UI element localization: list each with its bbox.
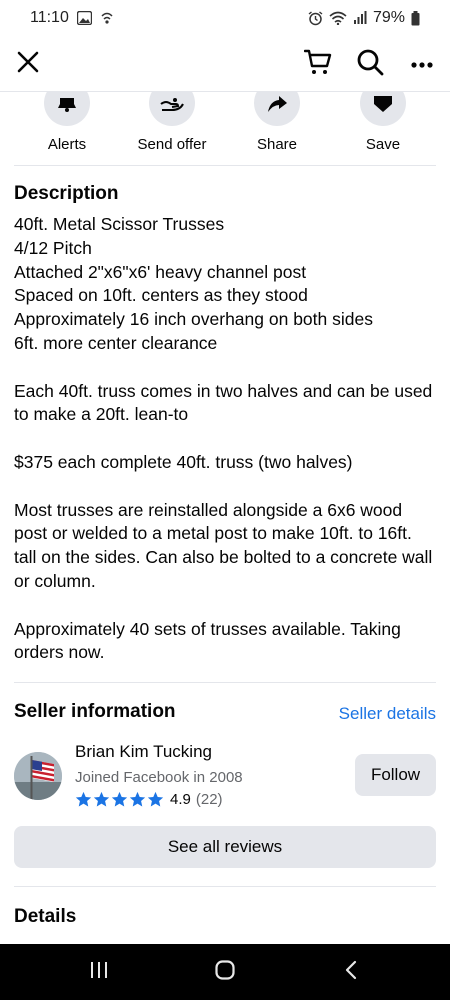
star-icon <box>75 791 92 807</box>
top-bar <box>0 36 450 92</box>
signal-icon <box>353 11 367 25</box>
divider <box>14 165 436 166</box>
seller-joined-date: Joined Facebook in 2008 <box>75 769 243 786</box>
seller-avatar[interactable] <box>14 752 62 800</box>
wifi-calling-icon <box>100 11 114 25</box>
close-button[interactable] <box>8 44 48 84</box>
send-offer-label: Send offer <box>137 136 207 153</box>
seller-information-heading: Seller information <box>14 701 176 722</box>
seller-card: Brian Kim Tucking Joined Facebook in 200… <box>14 742 436 814</box>
home-icon <box>215 959 235 985</box>
description-paragraph: Approximately 40 sets of trusses availab… <box>14 618 401 663</box>
follow-button[interactable]: Follow <box>355 754 436 796</box>
description-paragraph: Most trusses are reinstalled alongside a… <box>14 499 433 591</box>
cart-button[interactable] <box>298 44 338 84</box>
close-icon <box>17 51 39 78</box>
seller-name[interactable]: Brian Kim Tucking <box>75 742 212 762</box>
home-button[interactable] <box>205 958 245 986</box>
back-button[interactable] <box>331 958 371 986</box>
details-heading: Details <box>14 906 77 927</box>
star-icon <box>129 791 146 807</box>
send-offer-icon <box>160 98 184 117</box>
rating-score: 4.9 <box>170 791 191 808</box>
alerts-label: Alerts <box>47 136 87 153</box>
back-icon <box>344 960 358 985</box>
star-icon <box>93 791 110 807</box>
description-body: 40ft. Metal Scissor Trusses 4/12 Pitch A… <box>14 213 434 665</box>
status-time: 11:10 <box>30 9 69 26</box>
more-options-button[interactable] <box>402 44 442 84</box>
cart-icon <box>303 49 332 80</box>
wifi-icon <box>329 11 347 25</box>
battery-icon <box>411 10 420 26</box>
gallery-icon <box>76 11 92 25</box>
save-label: Save <box>365 136 401 153</box>
divider <box>14 886 436 887</box>
recent-apps-button[interactable] <box>79 958 119 986</box>
star-icon <box>111 791 128 807</box>
description-paragraph: $375 each complete 40ft. truss (two halv… <box>14 451 353 472</box>
description-paragraph: Each 40ft. truss comes in two halves and… <box>14 380 433 425</box>
search-button[interactable] <box>350 44 390 84</box>
alarm-icon <box>308 10 323 26</box>
recent-apps-icon <box>89 961 109 984</box>
system-navigation-bar <box>0 944 450 1000</box>
share-label: Share <box>256 136 298 153</box>
seller-details-link[interactable]: Seller details <box>339 704 436 724</box>
seller-rating: 4.9 (22) <box>75 791 223 808</box>
description-heading: Description <box>14 183 119 204</box>
description-paragraph: 40ft. Metal Scissor Trusses 4/12 Pitch A… <box>14 214 373 353</box>
search-icon <box>356 48 384 81</box>
star-icon <box>147 791 164 807</box>
battery-level: 79% <box>372 9 405 26</box>
bookmark-icon <box>373 96 393 117</box>
status-bar: 11:10 79% <box>0 0 450 36</box>
share-icon <box>266 96 288 117</box>
see-all-reviews-button[interactable]: See all reviews <box>14 826 436 868</box>
bell-icon <box>57 98 77 117</box>
more-icon <box>411 55 433 73</box>
rating-count: (22) <box>195 791 223 808</box>
divider <box>14 682 436 683</box>
